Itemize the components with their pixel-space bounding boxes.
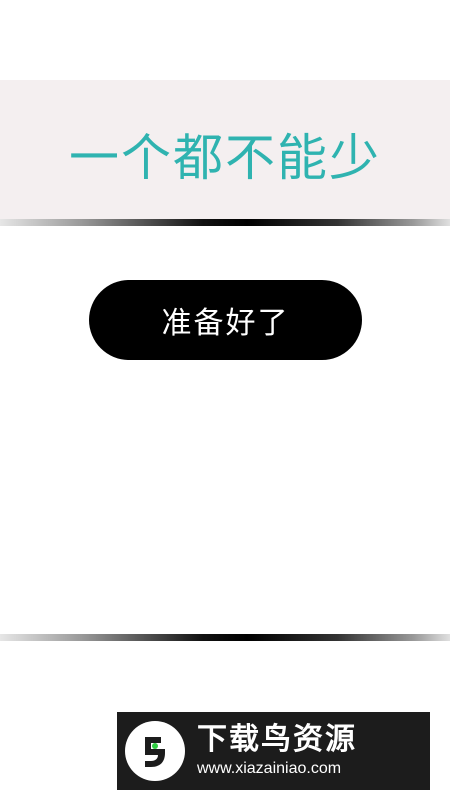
- ready-button[interactable]: 准备好了: [89, 280, 362, 360]
- watermark-banner: 下载鸟资源 www.xiazainiao.com: [117, 712, 430, 790]
- bird-logo-icon: [125, 721, 185, 781]
- watermark-url: www.xiazainiao.com: [197, 760, 342, 777]
- watermark-name: 下载鸟资源: [197, 722, 357, 757]
- top-divider: [0, 219, 450, 226]
- title-band: 一个都不能少: [0, 80, 450, 220]
- bottom-divider: [0, 634, 450, 641]
- game-title: 一个都不能少: [69, 129, 381, 187]
